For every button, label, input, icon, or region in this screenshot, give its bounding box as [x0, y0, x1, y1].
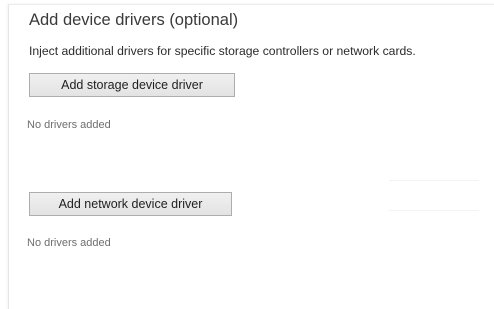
- background-divider: [389, 210, 479, 211]
- section-description: Inject additional drivers for specific s…: [29, 44, 416, 58]
- add-storage-driver-button[interactable]: Add storage device driver: [29, 73, 235, 97]
- section-title: Add device drivers (optional): [29, 11, 239, 29]
- background-divider: [389, 180, 479, 181]
- add-network-driver-button[interactable]: Add network device driver: [29, 192, 232, 216]
- network-drivers-status: No drivers added: [27, 237, 111, 249]
- storage-drivers-status: No drivers added: [27, 119, 111, 131]
